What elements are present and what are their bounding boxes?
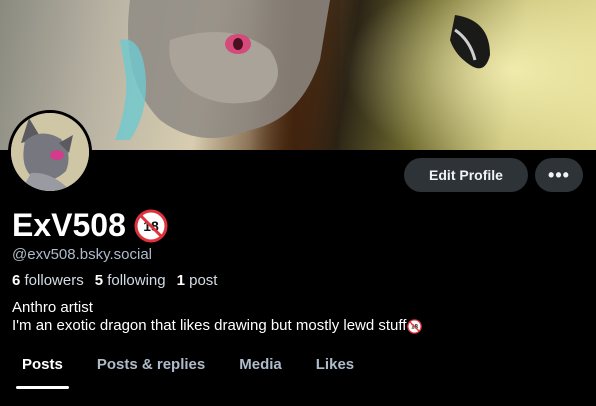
posts-stat: 1 post — [177, 272, 218, 289]
followers-stat[interactable]: 6 followers — [12, 272, 84, 289]
profile-banner[interactable] — [0, 0, 596, 150]
profile-avatar[interactable] — [8, 110, 92, 194]
tab-media[interactable]: Media — [222, 350, 299, 380]
avatar-image — [11, 113, 89, 191]
more-options-button[interactable]: ••• — [535, 158, 583, 192]
tab-posts[interactable]: Posts — [5, 350, 80, 389]
bio-line-1: Anthro artist — [12, 299, 93, 316]
profile-tabs: Posts Posts & replies Media Likes — [0, 350, 596, 390]
following-count: 5 — [94, 272, 104, 289]
banner-artwork — [115, 0, 490, 140]
bio-line-2-row: I'm an exotic dragon that likes drawing … — [12, 317, 423, 335]
adult-content-18-icon: 18 — [134, 209, 168, 242]
profile-handle: @exv508.bsky.social — [12, 246, 153, 263]
tab-posts-and-replies[interactable]: Posts & replies — [80, 350, 222, 380]
posts-label: post — [189, 272, 218, 289]
adult-content-18-icon: 18 — [407, 318, 423, 334]
followers-count: 6 — [12, 272, 21, 289]
posts-count: 1 — [176, 272, 185, 289]
edit-profile-button[interactable]: Edit Profile — [404, 158, 528, 192]
display-name: ExV508 — [12, 207, 126, 243]
following-label: following — [107, 272, 166, 289]
name-row: ExV508 18 — [12, 207, 168, 244]
profile-bio: Anthro artist I'm an exotic dragon that … — [12, 299, 423, 335]
following-stat[interactable]: 5 following — [95, 272, 166, 289]
profile-stats: 6 followers 5 following 1 post — [12, 272, 228, 289]
bio-line-2: I'm an exotic dragon that likes drawing … — [12, 317, 407, 334]
followers-label: followers — [24, 272, 84, 289]
tab-likes[interactable]: Likes — [299, 350, 371, 380]
